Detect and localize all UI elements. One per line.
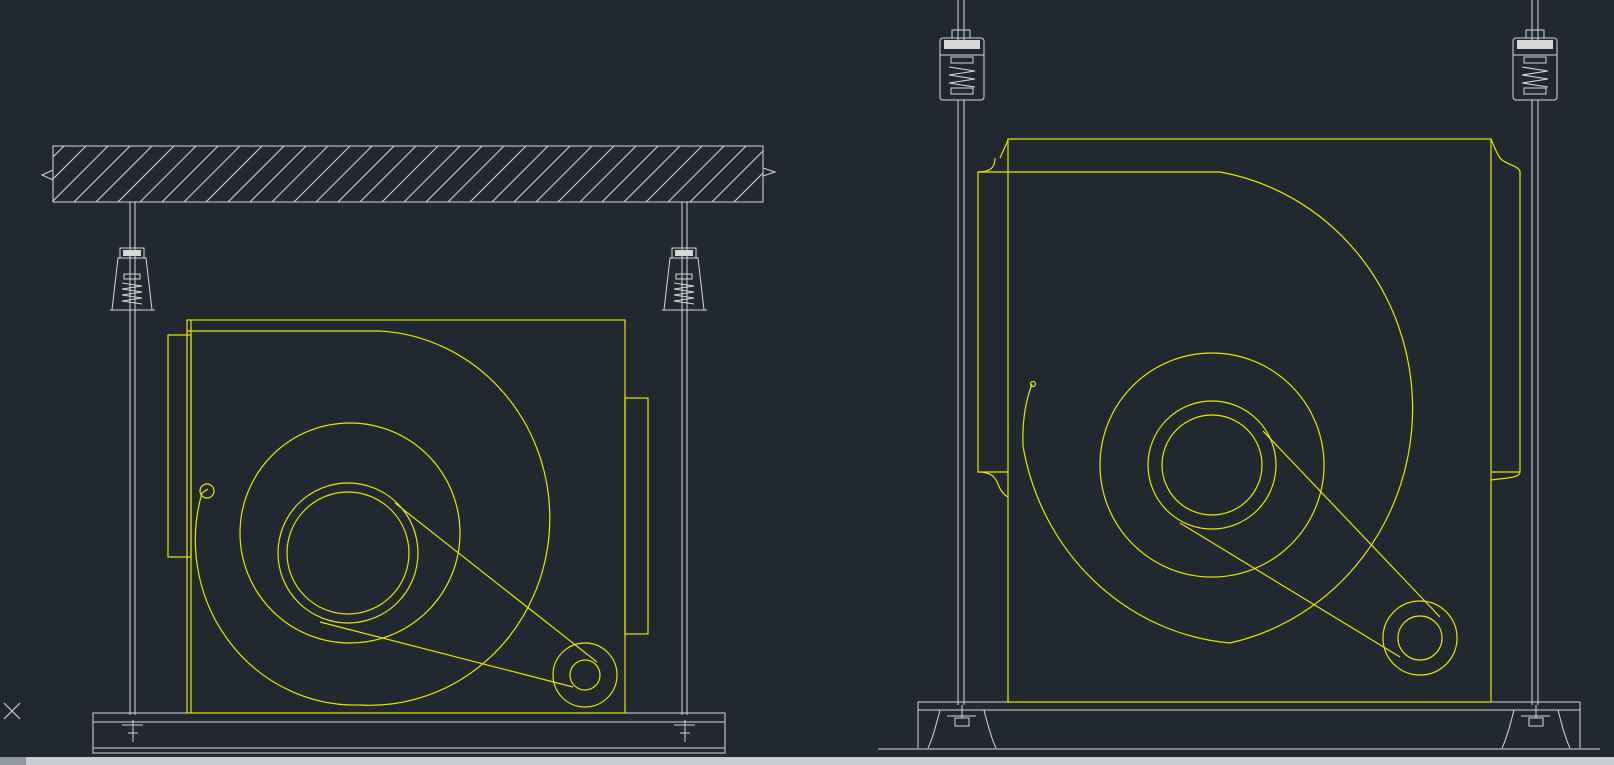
hatch-line <box>359 146 417 202</box>
hatch-line <box>381 146 439 202</box>
hatch-line <box>425 146 483 202</box>
hatch-line <box>711 150 763 202</box>
centrifugal-fan-right <box>977 138 1521 703</box>
spring-isolator-left <box>110 247 155 311</box>
base-platform-left <box>92 712 726 754</box>
right-elevation-view <box>878 0 1600 750</box>
hatch-line <box>337 146 395 202</box>
hatch-line <box>53 146 65 158</box>
hatch-line <box>0 146 42 202</box>
hatch-line <box>667 146 725 202</box>
hatch-line <box>161 146 219 202</box>
hatch-line <box>293 146 351 202</box>
hatch-line <box>139 146 197 202</box>
hatch-line <box>249 146 307 202</box>
centrifugal-fan-left <box>167 319 649 714</box>
hatch-line <box>645 146 703 202</box>
hanger-rod-left-2 <box>957 0 965 705</box>
hatch-line <box>95 146 153 202</box>
hatch-line <box>205 146 263 202</box>
hatch-line <box>183 146 241 202</box>
hatch-line <box>53 146 109 202</box>
left-elevation-view <box>0 145 777 754</box>
spring-isolator-right <box>662 247 707 311</box>
hatch-line <box>689 146 747 202</box>
hatch-line <box>447 146 505 202</box>
x-cross-icon <box>3 702 21 720</box>
hatch-line <box>73 146 131 202</box>
hatch-line <box>53 146 87 180</box>
hatch-line <box>513 146 571 202</box>
hatch-line <box>469 146 527 202</box>
hatch-line <box>0 146 20 202</box>
horizontal-scrollbar[interactable] <box>0 757 1614 765</box>
hatch-line <box>315 146 373 202</box>
hatch-line <box>491 146 549 202</box>
hatch-line <box>601 146 659 202</box>
hatch-line <box>733 172 763 202</box>
hatch-line <box>227 146 285 202</box>
hatch-line <box>271 146 329 202</box>
spring-isolator-top-right <box>1512 29 1558 101</box>
hanger-rod-right-2 <box>1531 0 1539 705</box>
hatch-line <box>557 146 615 202</box>
ceiling-slab <box>0 145 777 203</box>
cad-drawing-canvas[interactable] <box>0 0 1614 765</box>
spring-isolator-top-left <box>939 29 985 101</box>
hatch-line <box>623 146 681 202</box>
hatch-line <box>535 146 593 202</box>
base-frame-right <box>878 701 1600 750</box>
hatch-line <box>579 146 637 202</box>
scrollbar-thumb[interactable] <box>0 757 26 765</box>
hatch-line <box>117 146 175 202</box>
hatch-line <box>403 146 461 202</box>
